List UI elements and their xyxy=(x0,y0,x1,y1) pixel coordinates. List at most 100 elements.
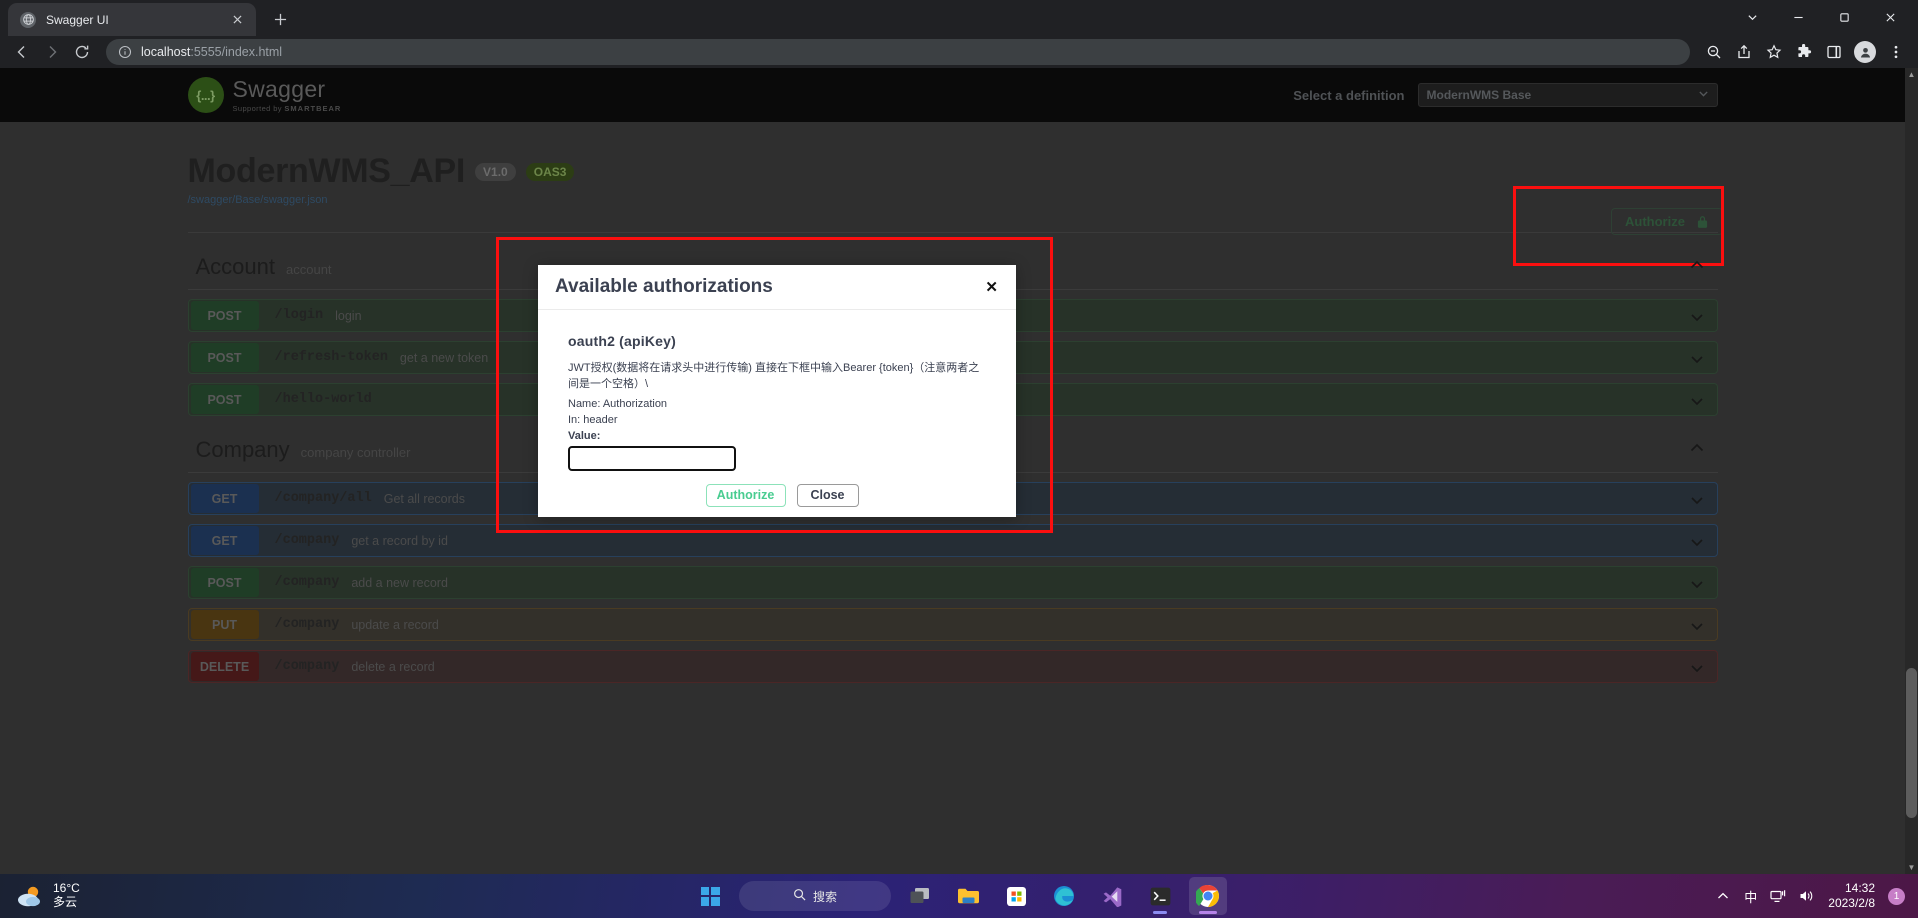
network-icon[interactable] xyxy=(1770,888,1786,904)
file-explorer-icon[interactable] xyxy=(949,877,987,915)
scroll-up-arrow-icon[interactable]: ▲ xyxy=(1905,68,1918,81)
profile-avatar-icon[interactable] xyxy=(1854,41,1876,63)
http-method-badge: GET xyxy=(190,526,259,555)
operation-row[interactable]: GET/company get a record by id xyxy=(187,524,1718,557)
weather-widget[interactable]: 16°C 多云 xyxy=(0,881,250,910)
taskbar-center: 搜索 xyxy=(691,877,1227,915)
globe-icon xyxy=(20,11,36,28)
close-icon[interactable] xyxy=(228,11,246,29)
search-placeholder-text: 搜索 xyxy=(812,889,837,904)
sidebar-panel-icon[interactable] xyxy=(1820,38,1848,66)
operation-summary: login xyxy=(335,308,362,323)
auth-scheme-in: In: header xyxy=(568,413,618,426)
authorize-button-label: Authorize xyxy=(1625,214,1685,229)
chevron-down-icon[interactable] xyxy=(1689,618,1705,634)
volume-icon[interactable] xyxy=(1799,888,1815,904)
definition-label: Select a definition xyxy=(1293,87,1405,103)
info-circle-icon xyxy=(118,45,132,59)
windows-start-icon[interactable] xyxy=(691,877,729,915)
reload-icon[interactable] xyxy=(68,38,96,66)
arrow-left-icon[interactable] xyxy=(8,38,36,66)
google-chrome-icon[interactable] xyxy=(1189,877,1227,915)
operation-path: /login xyxy=(274,308,324,323)
clock[interactable]: 14:32 2023/2/8 xyxy=(1828,881,1875,911)
task-view-icon[interactable] xyxy=(901,877,939,915)
scroll-down-arrow-icon[interactable]: ▼ xyxy=(1905,861,1918,874)
more-vertical-icon[interactable] xyxy=(1882,38,1910,66)
chevron-up-icon[interactable] xyxy=(1688,256,1706,274)
share-icon[interactable] xyxy=(1730,38,1758,66)
close-window-button[interactable] xyxy=(1868,2,1912,32)
extensions-puzzle-icon[interactable] xyxy=(1790,38,1818,66)
visual-studio-icon[interactable] xyxy=(1093,877,1131,915)
chevron-down-icon xyxy=(1698,88,1709,102)
swagger-topbar: {...} Swagger Supported by SMARTBEAR Sel… xyxy=(0,68,1905,122)
terminal-icon[interactable] xyxy=(1141,877,1179,915)
scrollbar-thumb[interactable] xyxy=(1906,668,1917,818)
http-method-badge: DELETE xyxy=(190,652,259,681)
chevron-down-icon[interactable] xyxy=(1689,576,1705,592)
partly-cloudy-icon xyxy=(16,884,44,908)
swagger-logo[interactable]: {...} Swagger Supported by SMARTBEAR xyxy=(187,75,342,113)
page-viewport: {...} Swagger Supported by SMARTBEAR Sel… xyxy=(0,68,1918,874)
tag-name: Company xyxy=(195,437,290,462)
modal-authorize-button[interactable]: Authorize xyxy=(705,483,786,507)
new-tab-button[interactable] xyxy=(266,5,294,33)
notification-badge[interactable]: 1 xyxy=(1888,887,1905,905)
definition-selector: Select a definition ModernWMS Base xyxy=(1293,83,1718,107)
auth-value-input[interactable] xyxy=(568,445,736,471)
address-bar[interactable]: localhost:5555/index.html xyxy=(106,39,1690,65)
page-scrollbar[interactable]: ▲ ▼ xyxy=(1905,68,1918,874)
authorize-button[interactable]: Authorize xyxy=(1610,208,1723,235)
chevron-down-icon[interactable] xyxy=(1689,534,1705,550)
url-host: localhost xyxy=(141,45,191,59)
auth-scheme-name: Name: Authorization xyxy=(568,397,668,410)
operation-summary: add a new record xyxy=(351,575,448,590)
chevron-up-icon[interactable] xyxy=(1688,439,1706,457)
http-method-badge: GET xyxy=(190,484,259,513)
spec-url-link[interactable]: /swagger/Base/swagger.json xyxy=(188,194,1718,206)
operation-summary: get a record by id xyxy=(351,533,448,548)
modal-header: Available authorizations ✕ xyxy=(538,265,1016,310)
operation-path: /company xyxy=(274,533,340,548)
modal-title: Available authorizations xyxy=(555,276,773,297)
clock-time: 14:32 xyxy=(1844,881,1875,895)
modal-close-button[interactable]: Close xyxy=(796,483,859,507)
definition-select[interactable]: ModernWMS Base xyxy=(1417,83,1718,107)
tab-strip: Swagger UI xyxy=(0,0,1918,36)
operation-row[interactable]: DELETE/company delete a record xyxy=(187,650,1718,683)
weather-condition: 多云 xyxy=(53,895,78,909)
tab-search-button[interactable] xyxy=(1730,2,1774,32)
operation-path: /hello-world xyxy=(274,392,372,407)
arrow-right-icon[interactable] xyxy=(38,38,66,66)
value-label: Value: xyxy=(568,429,601,442)
microsoft-edge-icon[interactable] xyxy=(1045,877,1083,915)
zoom-out-icon[interactable] xyxy=(1700,38,1728,66)
maximize-button[interactable] xyxy=(1822,2,1866,32)
browser-chrome: Swagger UI localhost:5555/index.html xyxy=(0,0,1918,68)
chevron-up-icon[interactable] xyxy=(1715,888,1731,904)
chevron-down-icon[interactable] xyxy=(1689,660,1705,676)
bookmark-star-icon[interactable] xyxy=(1760,38,1788,66)
http-method-badge: POST xyxy=(190,343,259,372)
microsoft-store-icon[interactable] xyxy=(997,877,1035,915)
chevron-down-icon[interactable] xyxy=(1689,492,1705,508)
taskbar-search[interactable]: 搜索 xyxy=(739,881,891,911)
http-method-badge: PUT xyxy=(190,610,259,639)
search-icon xyxy=(793,888,806,904)
close-icon[interactable]: ✕ xyxy=(985,280,998,295)
operation-path: /company xyxy=(274,575,340,590)
operation-row[interactable]: PUT/company update a record xyxy=(187,608,1718,641)
system-tray: 中 14:32 2023/2/8 1 xyxy=(1715,881,1918,911)
operation-path: /company/all xyxy=(274,491,372,506)
lock-icon xyxy=(1697,215,1708,229)
chevron-down-icon[interactable] xyxy=(1689,309,1705,325)
operation-row[interactable]: POST/company add a new record xyxy=(187,566,1718,599)
chevron-down-icon[interactable] xyxy=(1689,351,1705,367)
browser-tab[interactable]: Swagger UI xyxy=(8,3,256,36)
minimize-button[interactable] xyxy=(1776,2,1820,32)
swagger-logo-text: Swagger xyxy=(232,75,326,102)
chevron-down-icon[interactable] xyxy=(1689,393,1705,409)
toolbar-right-icons xyxy=(1700,38,1910,66)
ime-indicator[interactable]: 中 xyxy=(1744,887,1757,906)
